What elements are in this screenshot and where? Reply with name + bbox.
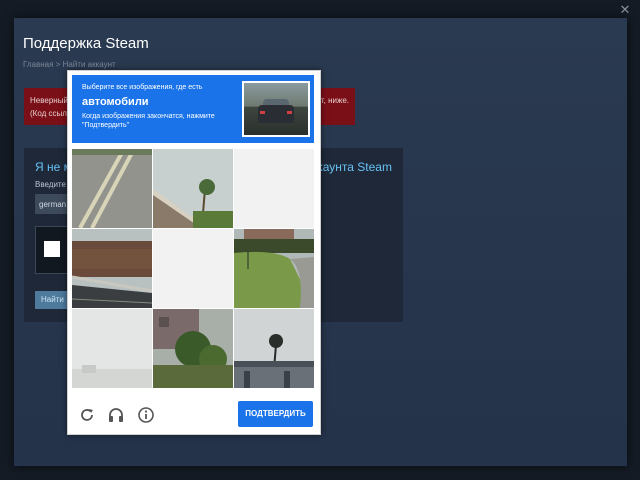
captcha-hint-line2: "Подтвердить" bbox=[82, 122, 130, 129]
tile-blank-image bbox=[234, 149, 314, 228]
close-icon[interactable]: ✕ bbox=[618, 3, 632, 17]
tile-foggy-image bbox=[72, 309, 152, 388]
tile-house-lawn-image bbox=[234, 229, 314, 308]
tile-blank-image-2 bbox=[153, 229, 233, 308]
captcha-tile-1[interactable] bbox=[72, 149, 152, 228]
car-body bbox=[258, 105, 294, 123]
captcha-target: автомобили bbox=[82, 96, 149, 108]
tile-palm-roof-image bbox=[153, 149, 233, 228]
captcha-image-grid bbox=[72, 149, 314, 391]
captcha-tile-6[interactable] bbox=[234, 229, 314, 308]
tile-hedge-road-image bbox=[72, 229, 152, 308]
page-title: Поддержка Steam bbox=[23, 35, 149, 52]
breadcrumb: Главная > Найти аккаунт bbox=[23, 60, 116, 69]
error-text-line1: Неверный bbox=[30, 96, 68, 105]
captcha-dialog: Выберите все изображения, где есть автом… bbox=[67, 70, 321, 435]
error-text-line2: (Код ссыл bbox=[30, 109, 67, 118]
info-icon[interactable] bbox=[137, 406, 155, 424]
verify-button[interactable]: ПОДТВЕРДИТЬ bbox=[238, 401, 313, 427]
captcha-checkbox[interactable] bbox=[44, 241, 60, 257]
tile-road-markings-image bbox=[72, 149, 152, 228]
tile-palm-house-image bbox=[153, 309, 233, 388]
captcha-tile-7[interactable] bbox=[72, 309, 152, 388]
headphones-icon[interactable] bbox=[107, 406, 125, 424]
captcha-header: Выберите все изображения, где есть автом… bbox=[72, 75, 314, 143]
captcha-tile-4[interactable] bbox=[72, 229, 152, 308]
captcha-hint-line1: Когда изображения закончатся, нажмите bbox=[82, 113, 215, 120]
captcha-tile-9[interactable] bbox=[234, 309, 314, 388]
account-field-label: Введите bbox=[35, 180, 66, 189]
breadcrumb-current[interactable]: Найти аккаунт bbox=[63, 60, 116, 69]
tile-palm-bridge-image bbox=[234, 309, 314, 388]
captcha-instruction: Выберите все изображения, где есть bbox=[82, 84, 203, 91]
car-light-left bbox=[260, 111, 265, 114]
captcha-tile-5[interactable] bbox=[153, 229, 233, 308]
captcha-tile-2[interactable] bbox=[153, 149, 233, 228]
car-light-right bbox=[287, 111, 292, 114]
example-car-image bbox=[242, 81, 310, 137]
section-title-tail: ккаунта Steam bbox=[312, 160, 392, 174]
breadcrumb-separator: > bbox=[53, 60, 63, 69]
breadcrumb-home[interactable]: Главная bbox=[23, 60, 53, 69]
refresh-icon[interactable] bbox=[78, 406, 96, 424]
find-button[interactable]: Найти bbox=[35, 291, 71, 309]
error-text-tail: т, ниже. bbox=[320, 96, 349, 105]
captcha-tile-3[interactable] bbox=[234, 149, 314, 228]
captcha-tile-8[interactable] bbox=[153, 309, 233, 388]
